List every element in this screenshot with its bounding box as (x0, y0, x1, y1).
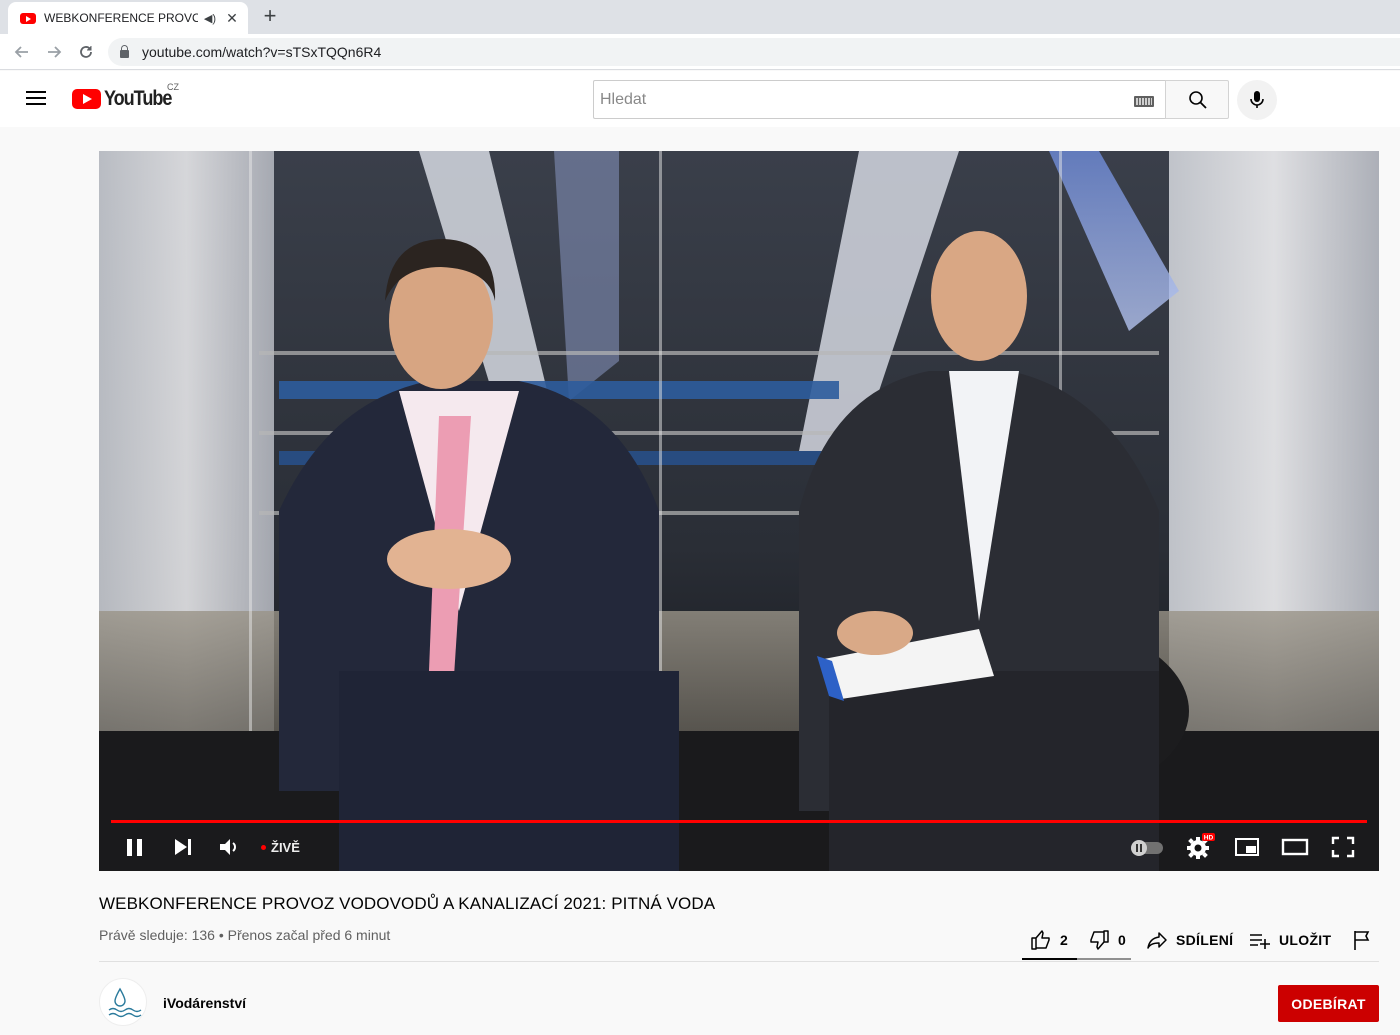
youtube-header: YouTube CZ (0, 71, 1400, 127)
search-button[interactable] (1165, 80, 1229, 119)
save-label: ULOŽIT (1279, 932, 1332, 948)
autoplay-toggle[interactable] (1129, 833, 1165, 861)
like-button[interactable]: 2 (1030, 920, 1068, 960)
info-divider (99, 961, 1379, 962)
browser-tab-strip: WEBKONFERENCE PROVOZ VODOVODŮ A KANALIZA… (0, 0, 1400, 34)
back-button[interactable] (10, 40, 34, 64)
hamburger-menu-icon[interactable] (26, 90, 46, 106)
pause-button[interactable] (123, 833, 147, 861)
youtube-play-icon (72, 89, 101, 109)
youtube-favicon-icon (20, 12, 36, 24)
miniplayer-button[interactable] (1234, 833, 1260, 861)
like-count: 2 (1060, 932, 1069, 948)
gear-icon: HD (1187, 833, 1215, 859)
water-drop-logo-icon (108, 987, 142, 1018)
subscribe-button[interactable]: ODEBÍRAT (1278, 985, 1379, 1022)
report-button[interactable] (1352, 920, 1380, 960)
back-arrow-icon (14, 46, 28, 58)
skip-next-icon (175, 839, 191, 855)
search-icon (1189, 91, 1207, 109)
pause-icon (127, 839, 142, 856)
lock-icon (120, 44, 129, 58)
logo-wordmark: YouTube (104, 87, 172, 110)
channel-avatar[interactable] (99, 978, 147, 1026)
browser-tab[interactable]: WEBKONFERENCE PROVOZ VODOVODŮ A KANALIZA… (8, 2, 248, 34)
share-button[interactable]: SDÍLENÍ (1146, 920, 1233, 960)
flag-icon (1354, 931, 1370, 950)
mute-button[interactable] (217, 833, 241, 861)
theater-mode-button[interactable] (1281, 833, 1309, 861)
live-dot-icon (261, 845, 266, 850)
forward-button[interactable] (42, 40, 66, 64)
tab-title: WEBKONFERENCE PROVOZ VODOVODŮ A KANALIZA… (44, 11, 198, 25)
browser-toolbar: youtube.com/watch?v=sTSxTQQn6R4 (0, 34, 1400, 70)
channel-name[interactable]: iVodárenství (163, 995, 246, 1011)
microphone-icon (1250, 91, 1264, 108)
fullscreen-button[interactable] (1331, 833, 1355, 861)
fullscreen-icon (1331, 836, 1355, 858)
next-button[interactable] (171, 833, 195, 861)
live-indicator[interactable]: ŽIVĚ (261, 840, 300, 855)
save-button[interactable]: ULOŽIT (1249, 920, 1331, 960)
tab-audio-icon[interactable]: ◀) (204, 12, 216, 25)
forward-arrow-icon (48, 46, 62, 58)
video-meta: Právě sleduje: 136 • Přenos začal před 6… (99, 927, 391, 943)
search-input[interactable] (600, 89, 1120, 111)
volume-icon (220, 839, 236, 855)
hd-badge: HD (1204, 835, 1214, 842)
player-controls: ŽIVĚ HD (99, 823, 1379, 871)
thumb-up-icon (1031, 930, 1050, 950)
settings-button[interactable]: HD (1185, 833, 1215, 861)
search-box (593, 80, 1166, 119)
theater-mode-icon (1281, 838, 1309, 856)
url-text: youtube.com/watch?v=sTSxTQQn6R4 (142, 44, 382, 60)
live-label-text: ŽIVĚ (271, 840, 300, 855)
keyboard-icon[interactable] (1134, 96, 1154, 107)
autoplay-toggle-icon (1131, 840, 1163, 856)
dislike-button[interactable]: 0 (1088, 920, 1126, 960)
video-title: WEBKONFERENCE PROVOZ VODOVODŮ A KANALIZA… (99, 894, 716, 913)
share-label: SDÍLENÍ (1176, 932, 1234, 948)
youtube-logo[interactable]: YouTube CZ (72, 82, 182, 110)
country-code: CZ (167, 82, 179, 92)
tab-close-button[interactable]: ✕ (224, 10, 240, 27)
video-frame-image (99, 151, 1379, 871)
thumb-down-icon (1090, 930, 1109, 950)
address-bar[interactable]: youtube.com/watch?v=sTSxTQQn6R4 (108, 38, 1400, 66)
sentiment-bar-likes (1022, 958, 1077, 960)
miniplayer-icon (1235, 838, 1259, 856)
reload-button[interactable] (74, 40, 98, 64)
dislike-count: 0 (1118, 932, 1127, 948)
reload-icon (80, 46, 92, 58)
share-icon (1147, 932, 1167, 949)
voice-search-button[interactable] (1237, 80, 1277, 120)
playlist-add-icon (1250, 934, 1270, 949)
video-player[interactable]: ŽIVĚ HD (99, 151, 1379, 871)
new-tab-button[interactable]: + (258, 4, 282, 28)
